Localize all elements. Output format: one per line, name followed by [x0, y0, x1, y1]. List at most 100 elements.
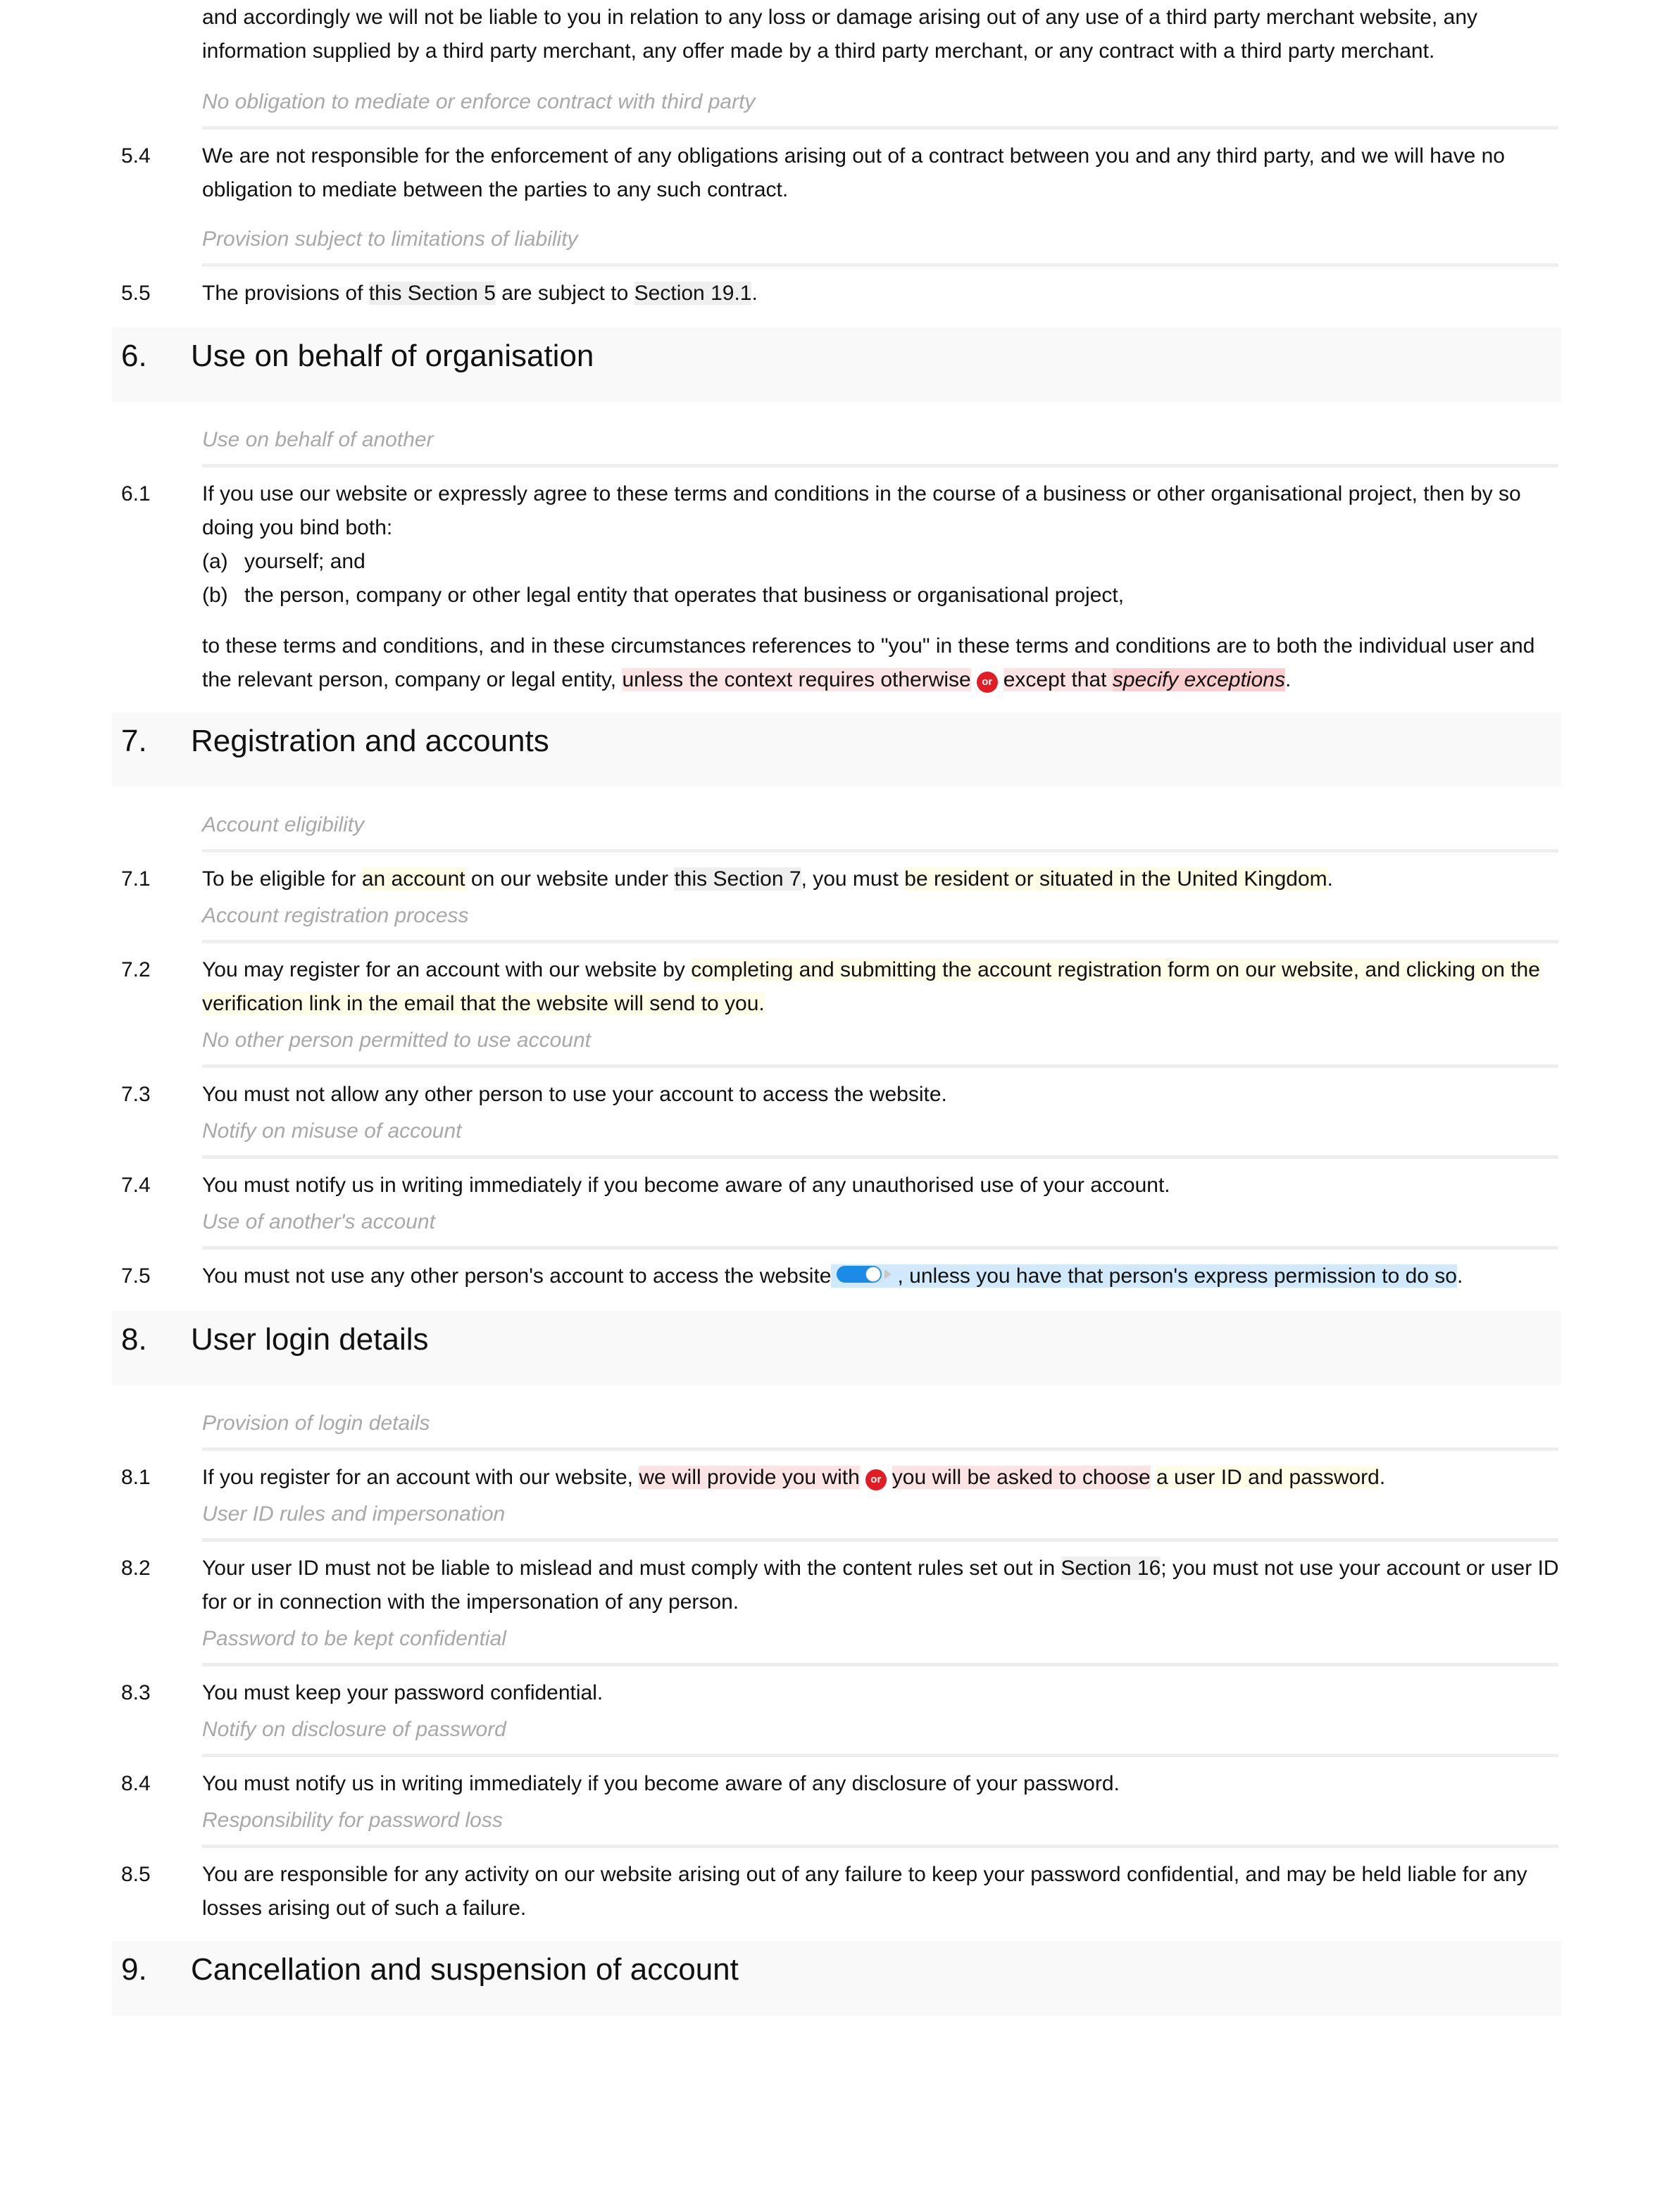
guidance-note: Password to be kept confidential [202, 1622, 1558, 1666]
document-page: and accordingly we will not be liable to… [0, 0, 1676, 2037]
clause-text: . [1284, 668, 1292, 691]
variable-field[interactable]: be resident or situated in the United Ki… [904, 867, 1327, 891]
clause-text: To be eligible for [202, 867, 362, 891]
guidance-note: No other person permitted to use account [202, 1024, 1558, 1068]
section-title: Registration and accounts [191, 724, 549, 758]
cross-reference-link[interactable]: this Section 5 [368, 282, 496, 305]
or-toggle-icon[interactable]: or [865, 1469, 887, 1490]
clause-number: 7.3 [121, 1083, 151, 1106]
clause-number: 7.4 [121, 1174, 151, 1197]
clause-text: You may register for an account with our… [202, 958, 692, 981]
clause-7-3: 7.3 You must not allow any other person … [0, 1078, 1676, 1112]
clause-number: 7.2 [121, 958, 151, 981]
clause-number: 7.1 [121, 867, 151, 891]
guidance-note: Notify on disclosure of password [202, 1713, 1558, 1757]
sub-item-label: (b) [202, 584, 228, 607]
section-number: 8. [121, 1322, 147, 1357]
clause-text: Your user ID must not be liable to misle… [202, 1557, 1061, 1580]
section-heading-9: 9. Cancellation and suspension of accoun… [112, 1941, 1561, 2016]
clause-text: . [751, 282, 758, 305]
cross-reference-link[interactable]: Section 19.1 [634, 282, 752, 305]
clause-text: on our website under [465, 867, 675, 891]
variable-field[interactable]: an account [361, 867, 465, 891]
sub-item-label: (a) [202, 550, 228, 573]
clause-number: 8.5 [121, 1863, 151, 1886]
section-number: 6. [121, 339, 147, 373]
section-title: Cancellation and suspension of account [191, 1952, 739, 1987]
clause-number: 6.1 [121, 482, 151, 505]
placeholder-field[interactable]: specify exceptions [1112, 668, 1285, 691]
optional-text-content: , unless you have that person's express … [897, 1264, 1457, 1288]
clause-text: You must notify us in writing immediatel… [202, 1772, 1120, 1795]
guidance-note: Use on behalf of another [202, 423, 1558, 467]
sub-item-text: the person, company or other legal entit… [244, 584, 1125, 607]
clause-5-3-continuation: and accordingly we will not be liable to… [0, 0, 1676, 68]
clause-text: . [1456, 1264, 1463, 1288]
clause-5-5: 5.5 The provisions of this Section 5 are… [0, 277, 1676, 310]
optional-text[interactable]: , unless you have that person's express … [831, 1264, 1457, 1288]
clause-text: The provisions of [202, 282, 369, 305]
clause-text [1151, 1466, 1156, 1489]
clause-6-1: 6.1 If you use our website or expressly … [0, 477, 1676, 612]
clause-text: . [1379, 1466, 1386, 1489]
option-text[interactable]: you will be asked to choose [892, 1466, 1151, 1489]
clause-text: You must keep your password confidential… [202, 1681, 604, 1704]
clause-7-2: 7.2 You may register for an account with… [0, 953, 1676, 1021]
sub-item: (a) yourself; and [202, 545, 1563, 579]
clause-text: If you use our website or expressly agre… [202, 482, 1521, 539]
section-number: 9. [121, 1952, 147, 1987]
clause-number: 8.3 [121, 1681, 151, 1704]
guidance-note: User ID rules and impersonation [202, 1497, 1558, 1542]
variable-field[interactable]: a user ID and password [1156, 1466, 1380, 1489]
cross-reference-link[interactable]: this Section 7 [674, 867, 801, 891]
clause-7-4: 7.4 You must notify us in writing immedi… [0, 1169, 1676, 1202]
clause-number: 5.4 [121, 144, 151, 168]
guidance-note: Account registration process [202, 899, 1558, 943]
clause-text: You are responsible for any activity on … [202, 1863, 1527, 1920]
clause-number: 8.4 [121, 1772, 151, 1795]
clause-text: You must notify us in writing immediatel… [202, 1174, 1170, 1197]
section-number: 7. [121, 724, 147, 758]
option-text[interactable]: we will provide you with [639, 1466, 860, 1489]
clause-6-1-continuation: to these terms and conditions, and in th… [0, 629, 1676, 697]
option-text[interactable]: unless the context requires otherwise [622, 668, 971, 691]
clause-8-4: 8.4 You must notify us in writing immedi… [0, 1767, 1676, 1801]
guidance-note: Provision of login details [202, 1407, 1558, 1451]
clause-7-1: 7.1 To be eligible for an account on our… [0, 862, 1676, 896]
clause-8-1: 8.1 If you register for an account with … [0, 1461, 1676, 1495]
clause-text: , you must [801, 867, 905, 891]
clause-text: We are not responsible for the enforceme… [202, 144, 1505, 201]
clause-text: If you register for an account with our … [202, 1466, 639, 1489]
clause-8-3: 8.3 You must keep your password confiden… [0, 1676, 1676, 1710]
clause-8-2: 8.2 Your user ID must not be liable to m… [0, 1552, 1676, 1619]
guidance-note: Responsibility for password loss [202, 1804, 1558, 1848]
section-heading-7: 7. Registration and accounts [112, 712, 1561, 787]
section-heading-6: 6. Use on behalf of organisation [112, 327, 1561, 402]
clause-text: You must not use any other person's acco… [202, 1264, 832, 1288]
clause-number: 5.5 [121, 282, 151, 305]
or-toggle-icon[interactable]: or [976, 672, 998, 693]
clause-8-5: 8.5 You are responsible for any activity… [0, 1858, 1676, 1925]
clause-text: are subject to [495, 282, 634, 305]
clause-number: 7.5 [121, 1264, 151, 1288]
toggle-switch-icon[interactable] [835, 1262, 896, 1295]
clause-number: 8.2 [121, 1557, 151, 1580]
clause-text: You must not allow any other person to u… [202, 1083, 947, 1106]
section-title: User login details [191, 1322, 429, 1357]
option-text[interactable]: except that specify exceptions [1003, 668, 1285, 691]
clause-text: and accordingly we will not be liable to… [202, 6, 1478, 63]
guidance-note: Notify on misuse of account [202, 1114, 1558, 1159]
guidance-note: Use of another's account [202, 1205, 1558, 1250]
clause-number: 8.1 [121, 1466, 151, 1489]
sub-item-text: yourself; and [244, 550, 365, 573]
section-heading-8: 8. User login details [112, 1311, 1561, 1385]
cross-reference-link[interactable]: Section 16 [1061, 1557, 1161, 1580]
option-text-part: except that [1003, 668, 1113, 691]
guidance-note: Account eligibility [202, 808, 1558, 853]
clause-5-4: 5.4 We are not responsible for the enfor… [0, 139, 1676, 207]
clause-7-5: 7.5 You must not use any other person's … [0, 1259, 1676, 1295]
sub-item: (b) the person, company or other legal en… [202, 579, 1563, 612]
clause-text: . [1327, 867, 1333, 891]
section-title: Use on behalf of organisation [191, 339, 594, 373]
guidance-note: No obligation to mediate or enforce cont… [202, 85, 1558, 130]
